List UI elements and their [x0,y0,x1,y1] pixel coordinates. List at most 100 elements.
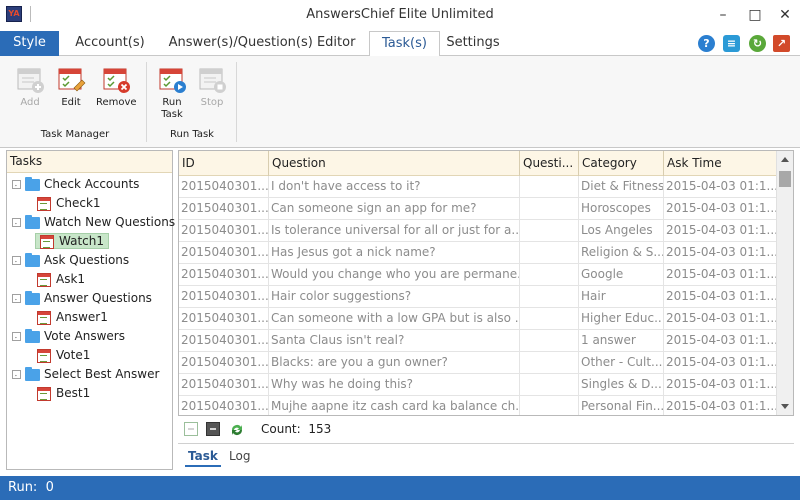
status-run-value: 0 [45,480,54,495]
table-row[interactable]: 2015040301... Has Jesus got a nick name? R… [179,242,777,264]
exit-icon[interactable]: ↗ [773,35,790,52]
tree-group-label: Watch New Questions [44,215,176,229]
cell-questioner [520,396,579,415]
minimize-button[interactable]: – [713,6,733,24]
collapse-all-icon[interactable] [206,422,220,436]
tree-group-check-accounts[interactable]: Check Accounts [12,175,139,194]
table-row[interactable]: 2015040301... Why was he doing this? Singl… [179,374,777,396]
expander-icon[interactable] [12,218,21,227]
expander-icon[interactable] [12,370,21,379]
cell-id: 2015040301... [179,264,269,286]
tree-group-answer-questions[interactable]: Answer Questions [12,289,152,308]
tab-task[interactable]: Task [185,447,221,467]
scroll-down-arrow[interactable] [781,404,789,409]
table-row[interactable]: 2015040301... Hair color suggestions? Hair… [179,286,777,308]
cell-category: Religion & S... [579,242,664,264]
cell-id: 2015040301... [179,220,269,242]
column-header-id[interactable]: ID [179,151,269,176]
cell-category: Other - Cult... [579,352,664,374]
table-row[interactable]: 2015040301... Would you change who you ar… [179,264,777,286]
cell-ask-time: 2015-04-03 01:1... [664,330,777,352]
tab-settings[interactable]: Settings [443,31,503,56]
column-header-question[interactable]: Question [269,151,520,176]
expander-icon[interactable] [12,332,21,341]
cell-category: Personal Fin... [579,396,664,415]
tasks-tree: Tasks Check Accounts Check1 Watch New Qu… [6,150,175,470]
tree-group-watch-new-questions[interactable]: Watch New Questions [12,213,175,232]
ribbon-tabstrip: Style Account(s) Answer(s)/Question(s) E… [0,31,800,57]
table-row[interactable]: 2015040301... Blacks: are you a gun owner… [179,352,777,374]
chat-icon[interactable]: ≡ [723,35,740,52]
tree-item-best1[interactable]: Best1 [37,384,90,403]
cell-ask-time: 2015-04-03 01:1... [664,286,777,308]
tree-group-label: Select Best Answer [44,367,160,381]
cell-question: Is tolerance universal for all or just f… [269,220,520,242]
ribbon-separator [146,62,147,142]
scroll-thumb[interactable] [779,171,791,187]
cell-question: Can someone with a low GPA but is also .… [269,308,520,330]
stop-label: Stop [200,97,224,108]
cell-questioner [520,286,579,308]
tab-tasks[interactable]: Task(s) [369,31,440,57]
folder-icon [25,328,40,343]
expand-all-icon[interactable] [184,422,198,436]
calendar-stop-icon [197,64,227,94]
maximize-button[interactable]: □ [745,6,765,24]
edit-label: Edit [61,97,81,108]
tree-item-watch1[interactable]: Watch1 [35,232,109,251]
cell-question: Has Jesus got a nick name? [269,242,520,264]
cell-ask-time: 2015-04-03 01:1... [664,242,777,264]
table-row[interactable]: 2015040301... Can someone sign an app for… [179,198,777,220]
run-task-button[interactable]: Run Task [152,64,192,121]
expander-icon[interactable] [12,180,21,189]
cell-id: 2015040301... [179,330,269,352]
tree-group-select-best-answer[interactable]: Select Best Answer [12,365,159,384]
table-row[interactable]: 2015040301... Is tolerance universal for … [179,220,777,242]
tree-item-ask1[interactable]: Ask1 [37,270,85,289]
cell-id: 2015040301... [179,198,269,220]
column-header-ask-time[interactable]: Ask Time [664,151,777,176]
table-row[interactable]: 2015040301... Can someone with a low GPA … [179,308,777,330]
tree-item-check1[interactable]: Check1 [37,194,101,213]
cell-id: 2015040301... [179,374,269,396]
remove-task-button[interactable]: Remove [96,64,137,108]
tab-style[interactable]: Style [0,31,59,56]
calendar-edit-icon [56,64,86,94]
help-icon[interactable]: ? [698,35,715,52]
cell-question: Hair color suggestions? [269,286,520,308]
tab-accounts[interactable]: Account(s) [68,31,152,56]
expander-icon[interactable] [12,294,21,303]
tree-item-answer1[interactable]: Answer1 [37,308,108,327]
task-icon [37,386,51,401]
expander-icon[interactable] [12,256,21,265]
column-header-questioner[interactable]: Questi... [520,151,579,176]
table-row[interactable]: 2015040301... I don't have access to it? D… [179,176,777,198]
refresh-icon[interactable]: ↻ [749,35,766,52]
table-row[interactable]: 2015040301... Santa Claus isn't real? 1 an… [179,330,777,352]
close-button[interactable]: ✕ [775,6,795,24]
edit-task-button[interactable]: Edit [51,64,91,108]
ribbon-panel: Add Edit Remove Task Manager Run Task St… [0,56,800,148]
add-task-button[interactable]: Add [10,64,50,108]
refresh-list-icon[interactable] [229,422,243,436]
tree-group-ask-questions[interactable]: Ask Questions [12,251,129,270]
grid-vertical-scrollbar[interactable] [776,151,793,415]
scroll-up-arrow[interactable] [781,157,789,162]
window-title: AnswersChief Elite Unlimited [306,7,494,22]
cell-question: I don't have access to it? [269,176,520,198]
cell-questioner [520,308,579,330]
tree-header: Tasks [7,151,172,173]
title-bar: YA AnswersChief Elite Unlimited – □ ✕ [0,0,800,30]
cell-category: Hair [579,286,664,308]
tab-log[interactable]: Log [226,447,253,467]
column-header-category[interactable]: Category [579,151,664,176]
tree-item-label: Vote1 [56,348,91,362]
tab-answer-question-editor[interactable]: Answer(s)/Question(s) Editor [162,31,362,56]
tree-group-vote-answers[interactable]: Vote Answers [12,327,125,346]
cell-category: Horoscopes [579,198,664,220]
cell-category: Singles & D... [579,374,664,396]
table-row[interactable]: 2015040301... Mujhe aapne itz cash card k… [179,396,777,415]
stop-task-button[interactable]: Stop [192,64,232,108]
tree-group-label: Answer Questions [44,291,152,305]
tree-item-vote1[interactable]: Vote1 [37,346,90,365]
